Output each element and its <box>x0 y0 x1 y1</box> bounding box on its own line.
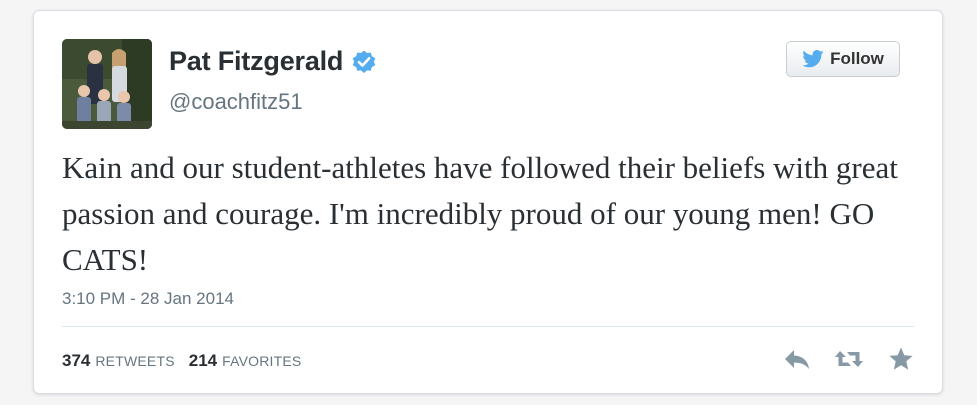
tweet-stats: 374 RETWEETS 214 FAVORITES <box>62 351 315 371</box>
tweet-actions <box>760 345 916 373</box>
tweet-text: Kain and our student-athletes have follo… <box>62 150 898 277</box>
retweet-icon[interactable] <box>834 345 864 373</box>
reply-icon[interactable] <box>782 345 812 373</box>
twitter-bird-icon <box>802 50 824 68</box>
star-icon[interactable] <box>886 345 916 373</box>
tweet-timestamp[interactable]: 3:10 PM - 28 Jan 2014 <box>62 289 234 309</box>
display-name[interactable]: Pat Fitzgerald <box>169 46 343 77</box>
tweet-card: Pat Fitzgerald @coachfitz51 Follow Kain … <box>33 10 943 394</box>
retweets-count[interactable]: 374 <box>62 351 90 371</box>
follow-button[interactable]: Follow <box>786 41 900 77</box>
follow-button-label: Follow <box>830 49 884 68</box>
avatar-photo <box>62 39 152 129</box>
retweets-label[interactable]: RETWEETS <box>95 353 174 369</box>
favorites-label[interactable]: FAVORITES <box>222 353 301 369</box>
favorites-count[interactable]: 214 <box>189 351 217 371</box>
divider <box>62 326 914 327</box>
verified-badge-icon <box>351 49 377 75</box>
author-name-row[interactable]: Pat Fitzgerald <box>169 46 377 77</box>
author-handle[interactable]: @coachfitz51 <box>169 89 303 115</box>
avatar[interactable] <box>62 39 152 129</box>
